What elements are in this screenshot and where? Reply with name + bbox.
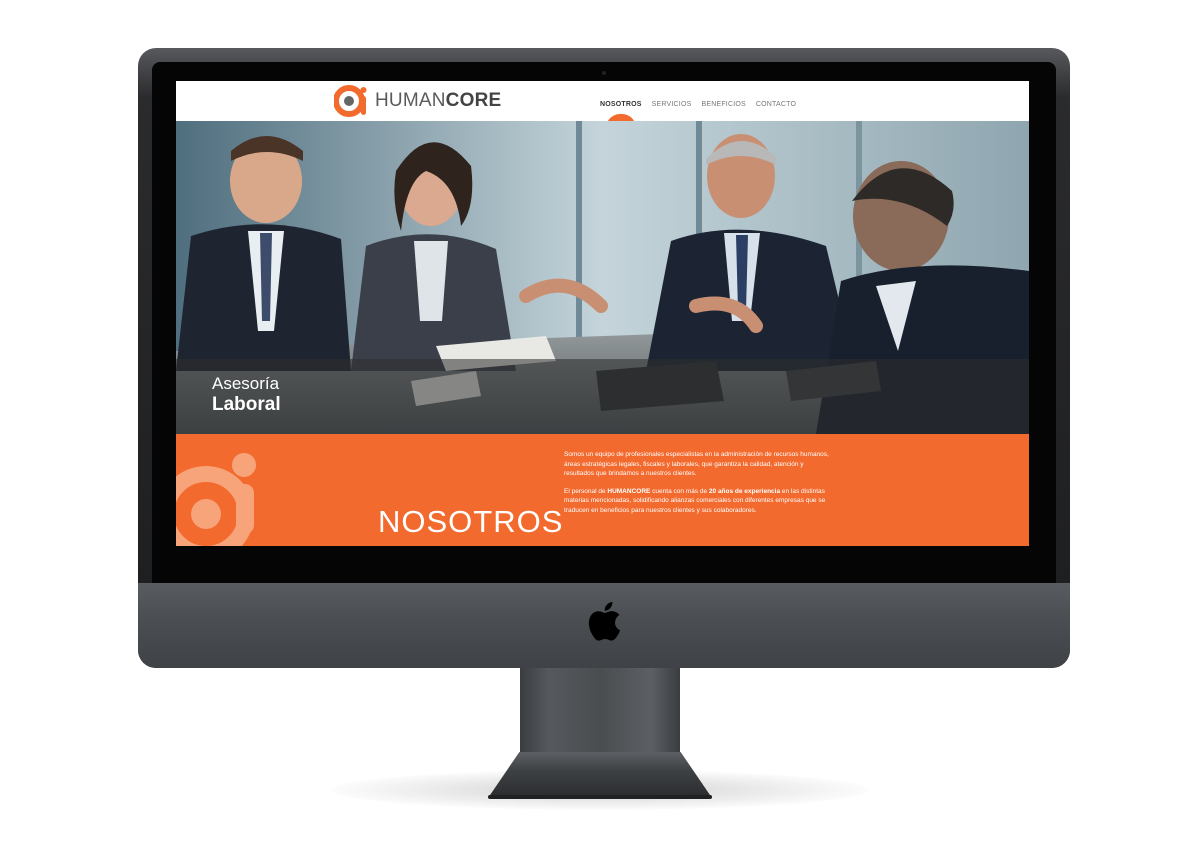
about-paragraph-1: Somos un equipo de profesionales especia… [564,451,829,477]
monitor-stand-base-edge [488,795,712,799]
nav-item-contacto[interactable]: CONTACTO [756,101,796,108]
site-logo[interactable]: HUMAN CORE [334,85,501,117]
browser-screen: HUMAN CORE NOSOTROS SERVICIOS BENEFICIOS … [176,81,1029,546]
hero-slider: Asesoría Laboral [176,121,1029,434]
section-title: NOSOTROS [378,504,564,539]
brand-name-bold: CORE [445,90,502,111]
brand-name: HUMAN CORE [375,90,501,112]
hero-caption-band [176,359,1029,434]
about-description: Somos un equipo de profesionales especia… [564,450,829,523]
about-p2-middle: cuenta con más de [650,487,709,495]
site-header: HUMAN CORE NOSOTROS SERVICIOS BENEFICIOS … [176,81,1029,121]
main-nav: NOSOTROS SERVICIOS BENEFICIOS CONTACTO [600,101,796,108]
humancore-watermark-icon [176,453,256,546]
about-p2-brand: HUMANCORE [607,487,651,495]
about-p2-prefix: El personal de [564,487,608,495]
apple-logo-icon [588,601,620,641]
about-p2-highlight: 20 años de experiencia [708,487,781,495]
monitor-stand-base [488,752,712,798]
nav-item-servicios[interactable]: SERVICIOS [652,101,692,108]
camera-icon [602,71,606,75]
hero-title-bold: Laboral [212,394,281,415]
brand-name-light: HUMAN [375,90,446,111]
about-section: NOSOTROS Somos un equipo de profesionale… [176,434,1029,546]
hero-title-light: Asesoría [212,374,280,393]
humancore-logo-icon [334,85,367,117]
nav-item-beneficios[interactable]: BENEFICIOS [701,101,745,108]
about-paragraph-2: El personal de HUMANCORE cuenta con más … [564,487,829,516]
nav-item-nosotros[interactable]: NOSOTROS [600,101,642,108]
